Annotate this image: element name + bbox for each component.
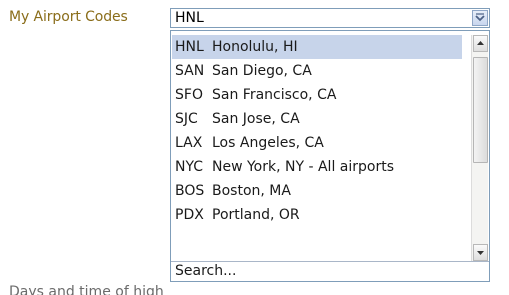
search-option[interactable]: Search... bbox=[171, 261, 489, 282]
airport-option-name: Los Angeles, CA bbox=[212, 135, 324, 151]
airport-code-form: My Airport Codes HNL HNL Honolulu, HI SAN S… bbox=[0, 0, 509, 295]
selected-airport-value: HNL bbox=[175, 10, 204, 26]
airport-option[interactable]: SJC San Jose, CA bbox=[172, 107, 462, 131]
airport-option-code: PDX bbox=[175, 207, 204, 223]
airport-option-name: New York, NY - All airports bbox=[212, 159, 395, 175]
airport-option-name: Boston, MA bbox=[212, 183, 291, 199]
chevron-down-icon[interactable] bbox=[472, 10, 488, 26]
airport-option[interactable]: LAX Los Angeles, CA bbox=[172, 131, 462, 155]
airport-option[interactable]: PDX Portland, OR bbox=[172, 203, 462, 227]
airport-option-code: NYC bbox=[175, 159, 204, 175]
airport-option-code: SJC bbox=[175, 111, 198, 127]
airport-option-code: LAX bbox=[175, 135, 203, 151]
airport-code-select[interactable]: HNL bbox=[170, 8, 490, 28]
airport-option-name: Honolulu, HI bbox=[212, 39, 298, 55]
airport-option[interactable]: BOS Boston, MA bbox=[172, 179, 462, 203]
airport-codes-label: My Airport Codes bbox=[9, 9, 128, 25]
search-option-label: Search... bbox=[175, 263, 237, 279]
airport-option-code: SAN bbox=[175, 63, 205, 79]
arrow-down-icon[interactable] bbox=[473, 244, 488, 261]
airport-option[interactable]: NYC New York, NY - All airports bbox=[172, 155, 462, 179]
airport-option[interactable]: SFO San Francisco, CA bbox=[172, 83, 462, 107]
airport-option-name: San Francisco, CA bbox=[212, 87, 337, 103]
scrollbar-thumb[interactable] bbox=[473, 57, 488, 163]
airport-options: HNL Honolulu, HI SAN San Diego, CA SFO San Fr… bbox=[172, 35, 462, 227]
airport-option-name: San Diego, CA bbox=[212, 63, 312, 79]
partial-footer-text: Days and time of high bbox=[9, 284, 164, 295]
airport-option[interactable]: SAN San Diego, CA bbox=[172, 59, 462, 83]
arrow-up-icon[interactable] bbox=[473, 35, 488, 52]
airport-dropdown-list: HNL Honolulu, HI SAN San Diego, CA SFO San Fr… bbox=[170, 30, 490, 282]
dropdown-scrollbar[interactable] bbox=[471, 35, 488, 261]
airport-option-code: BOS bbox=[175, 183, 205, 199]
airport-option-code: HNL bbox=[175, 39, 204, 55]
airport-option-code: SFO bbox=[175, 87, 203, 103]
airport-option[interactable]: HNL Honolulu, HI bbox=[172, 35, 462, 59]
airport-option-name: San Jose, CA bbox=[212, 111, 300, 127]
airport-option-name: Portland, OR bbox=[212, 207, 300, 223]
